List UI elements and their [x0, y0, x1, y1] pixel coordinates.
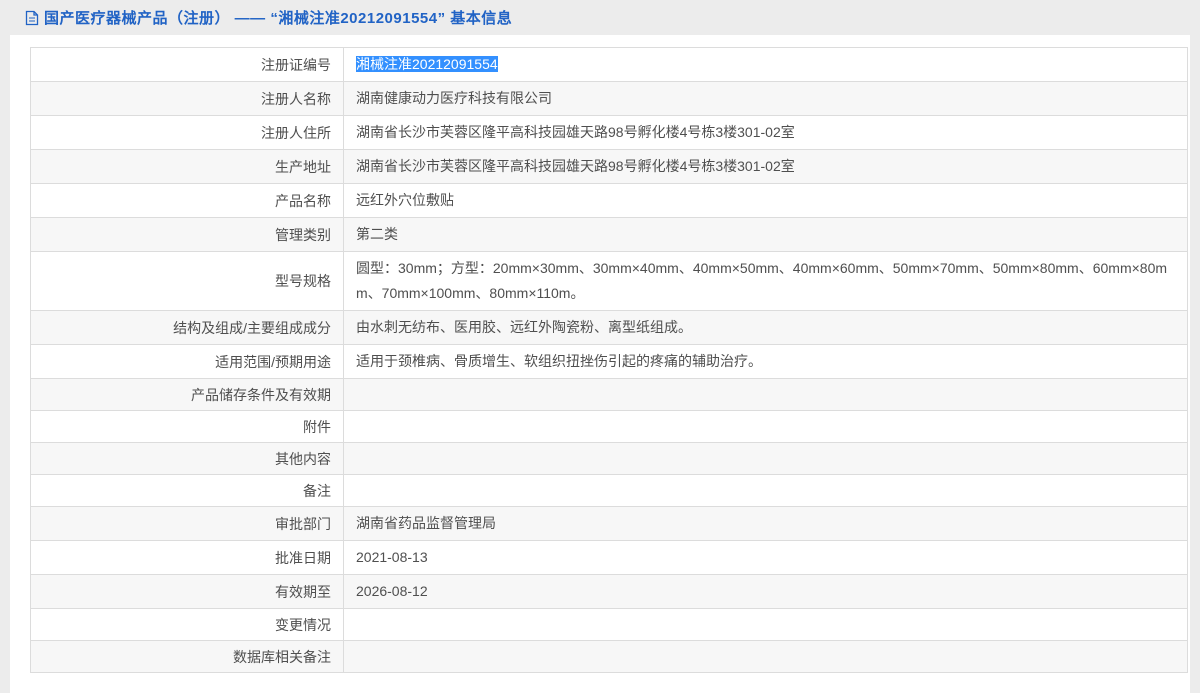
table-row-registrant-address: 注册人住所 湖南省长沙市芙蓉区隆平高科技园雄天路98号孵化楼4号栋3楼301-0… [30, 115, 1188, 150]
field-value [343, 608, 1188, 641]
table-row-registrant-name: 注册人名称 湖南健康动力医疗科技有限公司 [30, 81, 1188, 116]
table-row-approval-date: 批准日期 2021-08-13 [30, 540, 1188, 575]
table-row-intended-use: 适用范围/预期用途 适用于颈椎病、骨质增生、软组织扭挫伤引起的疼痛的辅助治疗。 [30, 344, 1188, 379]
table-row-management-category: 管理类别 第二类 [30, 217, 1188, 252]
field-label: 结构及组成/主要组成成分 [30, 310, 344, 345]
table-row-composition: 结构及组成/主要组成成分 由水刺无纺布、医用胶、远红外陶瓷粉、离型纸组成。 [30, 310, 1188, 345]
table-row-production-address: 生产地址 湖南省长沙市芙蓉区隆平高科技园雄天路98号孵化楼4号栋3楼301-02… [30, 149, 1188, 184]
field-value: 湖南省长沙市芙蓉区隆平高科技园雄天路98号孵化楼4号栋3楼301-02室 [343, 149, 1188, 184]
table-row-storage-conditions: 产品储存条件及有效期 [30, 378, 1188, 411]
field-value: 湖南省药品监督管理局 [343, 506, 1188, 541]
field-label: 产品储存条件及有效期 [30, 378, 344, 411]
table-row-model-spec: 型号规格 圆型：30mm；方型：20mm×30mm、30mm×40mm、40mm… [30, 251, 1188, 311]
table-row-remarks: 备注 [30, 474, 1188, 507]
table-row-attachments: 附件 [30, 410, 1188, 443]
table-row-other-content: 其他内容 [30, 442, 1188, 475]
field-value: 湖南健康动力医疗科技有限公司 [343, 81, 1188, 116]
document-icon [25, 10, 39, 26]
field-value: 2021-08-13 [343, 540, 1188, 575]
table-row-approval-department: 审批部门 湖南省药品监督管理局 [30, 506, 1188, 541]
field-label: 适用范围/预期用途 [30, 344, 344, 379]
field-label: 审批部门 [30, 506, 344, 541]
field-label: 批准日期 [30, 540, 344, 575]
field-label: 注册证编号 [30, 47, 344, 82]
field-value: 适用于颈椎病、骨质增生、软组织扭挫伤引起的疼痛的辅助治疗。 [343, 344, 1188, 379]
selected-registration-number[interactable]: 湘械注准20212091554 [356, 56, 498, 72]
field-value: 第二类 [343, 217, 1188, 252]
content-panel: 注册证编号 湘械注准20212091554 注册人名称 湖南健康动力医疗科技有限… [10, 35, 1190, 693]
page-title: 国产医疗器械产品（注册） —— “湘械注准20212091554” 基本信息 [44, 10, 513, 27]
field-value [343, 640, 1188, 673]
field-value [343, 442, 1188, 475]
field-value [343, 474, 1188, 507]
field-value: 2026-08-12 [343, 574, 1188, 609]
field-label: 有效期至 [30, 574, 344, 609]
field-label: 附件 [30, 410, 344, 443]
field-label: 注册人住所 [30, 115, 344, 150]
field-label: 变更情况 [30, 608, 344, 641]
table-row-registration-number: 注册证编号 湘械注准20212091554 [30, 47, 1188, 82]
table-row-database-remarks: 数据库相关备注 [30, 640, 1188, 673]
field-value: 由水刺无纺布、医用胶、远红外陶瓷粉、离型纸组成。 [343, 310, 1188, 345]
info-table: 注册证编号 湘械注准20212091554 注册人名称 湖南健康动力医疗科技有限… [30, 47, 1188, 673]
field-label: 管理类别 [30, 217, 344, 252]
field-label: 产品名称 [30, 183, 344, 218]
field-value: 远红外穴位敷贴 [343, 183, 1188, 218]
field-label: 注册人名称 [30, 81, 344, 116]
table-row-product-name: 产品名称 远红外穴位敷贴 [30, 183, 1188, 218]
field-label: 备注 [30, 474, 344, 507]
table-row-valid-until: 有效期至 2026-08-12 [30, 574, 1188, 609]
field-label: 型号规格 [30, 251, 344, 311]
field-value: 湘械注准20212091554 [343, 47, 1188, 82]
table-row-change-status: 变更情况 [30, 608, 1188, 641]
field-value: 湖南省长沙市芙蓉区隆平高科技园雄天路98号孵化楼4号栋3楼301-02室 [343, 115, 1188, 150]
field-label: 数据库相关备注 [30, 640, 344, 673]
field-label: 其他内容 [30, 442, 344, 475]
field-value [343, 378, 1188, 411]
field-value: 圆型：30mm；方型：20mm×30mm、30mm×40mm、40mm×50mm… [343, 251, 1188, 311]
field-value [343, 410, 1188, 443]
page-header: 国产医疗器械产品（注册） —— “湘械注准20212091554” 基本信息 [0, 0, 1200, 35]
field-label: 生产地址 [30, 149, 344, 184]
